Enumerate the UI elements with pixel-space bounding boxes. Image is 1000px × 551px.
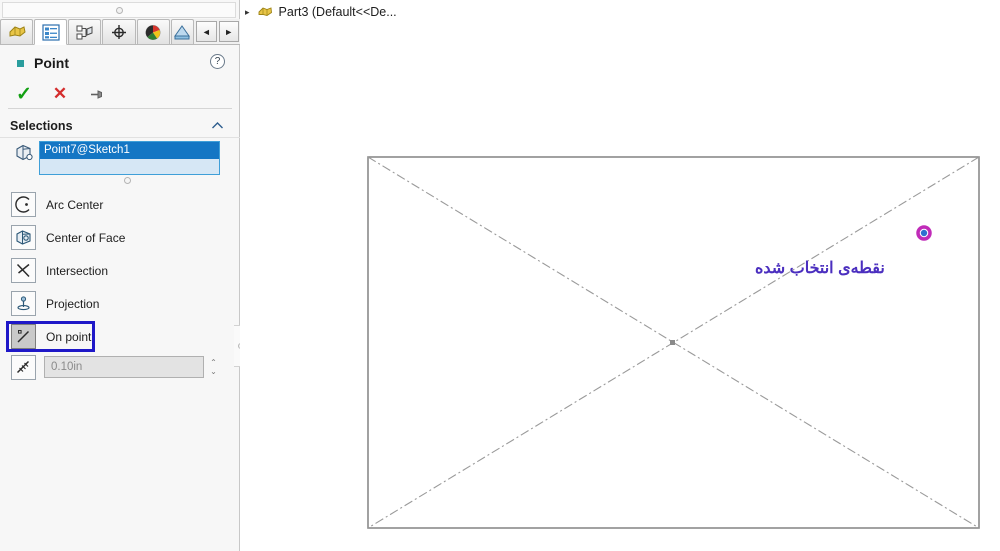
page-title: Point [34, 55, 69, 71]
distance-icon [11, 354, 36, 380]
option-center-of-face-label: Center of Face [46, 230, 126, 245]
distance-spinner[interactable]: ⌃ ⌄ [207, 356, 220, 378]
configuration-icon [76, 25, 93, 39]
crosshair-icon [111, 24, 126, 39]
selections-header[interactable]: Selections [0, 115, 240, 137]
option-projection-label: Projection [46, 296, 100, 311]
model-canvas [367, 156, 980, 529]
center-point-marker[interactable] [670, 340, 675, 345]
manager-tab-strip: ◄ ► [0, 19, 240, 45]
tab-scroll-right-label: ► [224, 26, 234, 37]
tab-scroll-right-button[interactable]: ► [218, 21, 239, 42]
option-on-point-label: On point [46, 329, 92, 344]
spinner-down-icon[interactable]: ⌄ [210, 367, 217, 376]
option-center-of-face[interactable]: Center of Face [11, 224, 226, 251]
tab-feature-manager[interactable] [0, 19, 34, 44]
cancel-button[interactable]: ✕ [46, 83, 74, 105]
selection-box-resize-handle[interactable] [124, 177, 131, 184]
selections-header-rule [0, 137, 240, 138]
distance-input[interactable]: 0.10in [44, 356, 204, 378]
pin-icon [90, 89, 102, 99]
tab-property-manager[interactable] [34, 19, 68, 45]
help-icon[interactable]: ? [210, 54, 225, 69]
property-manager-title-row: Point [0, 48, 240, 78]
chevron-up-icon[interactable] [211, 119, 224, 133]
tab-configuration-manager[interactable] [68, 19, 102, 44]
tab-scroll-left-button[interactable]: ◄ [196, 21, 217, 42]
spinner-up-icon[interactable]: ⌃ [210, 358, 217, 367]
center-of-face-icon [11, 225, 36, 250]
projection-icon [11, 291, 36, 316]
on-point-icon [11, 324, 36, 349]
vertex-selection-icon [14, 143, 34, 162]
title-separator [8, 108, 232, 109]
selection-list-box[interactable]: Point7@Sketch1 [39, 141, 220, 175]
intersection-icon [11, 258, 36, 283]
option-arc-center[interactable]: Arc Center [11, 191, 226, 218]
tab-dimxpert-manager[interactable] [102, 19, 136, 44]
chevron-up-glyph [212, 122, 223, 129]
selected-point-core[interactable] [920, 229, 928, 237]
property-manager-panel: ◄ ► Point ? ✓ ✕ Selections Point7@Sketch… [0, 0, 240, 551]
part-yellow-icon [9, 25, 26, 37]
arc-center-icon [11, 192, 36, 217]
option-intersection-label: Intersection [46, 263, 109, 278]
render-icon [174, 24, 191, 39]
selections-header-label: Selections [10, 119, 73, 133]
property-list-icon [42, 23, 60, 41]
distance-row: 0.10in ⌃ ⌄ [11, 354, 229, 380]
panel-top-splitter[interactable] [2, 2, 236, 18]
tab-render-manager[interactable] [170, 19, 195, 44]
solidworks-window: ◄ ► Point ? ✓ ✕ Selections Point7@Sketch… [0, 0, 1000, 551]
splitter-handle-dot [115, 6, 123, 14]
selection-list-item[interactable]: Point7@Sketch1 [40, 142, 219, 159]
ok-button[interactable]: ✓ [10, 83, 38, 105]
option-projection[interactable]: Projection [11, 290, 226, 317]
option-on-point[interactable]: On point [11, 323, 226, 350]
option-arc-center-label: Arc Center [46, 197, 104, 212]
selected-point-annotation: نقطه‌ی انتخاب شده [755, 260, 885, 277]
option-intersection[interactable]: Intersection [11, 257, 226, 284]
graphics-area[interactable]: ▸ Part3 (Default<<De... نقطه‌ی انتخاب شد… [240, 0, 1000, 551]
appearance-sphere-icon [145, 24, 161, 40]
tab-display-manager[interactable] [136, 19, 170, 44]
point-feature-icon [17, 59, 24, 67]
pin-button[interactable] [82, 83, 110, 105]
property-manager-actions: ✓ ✕ [0, 80, 240, 108]
tab-scroll-left-label: ◄ [201, 26, 211, 37]
